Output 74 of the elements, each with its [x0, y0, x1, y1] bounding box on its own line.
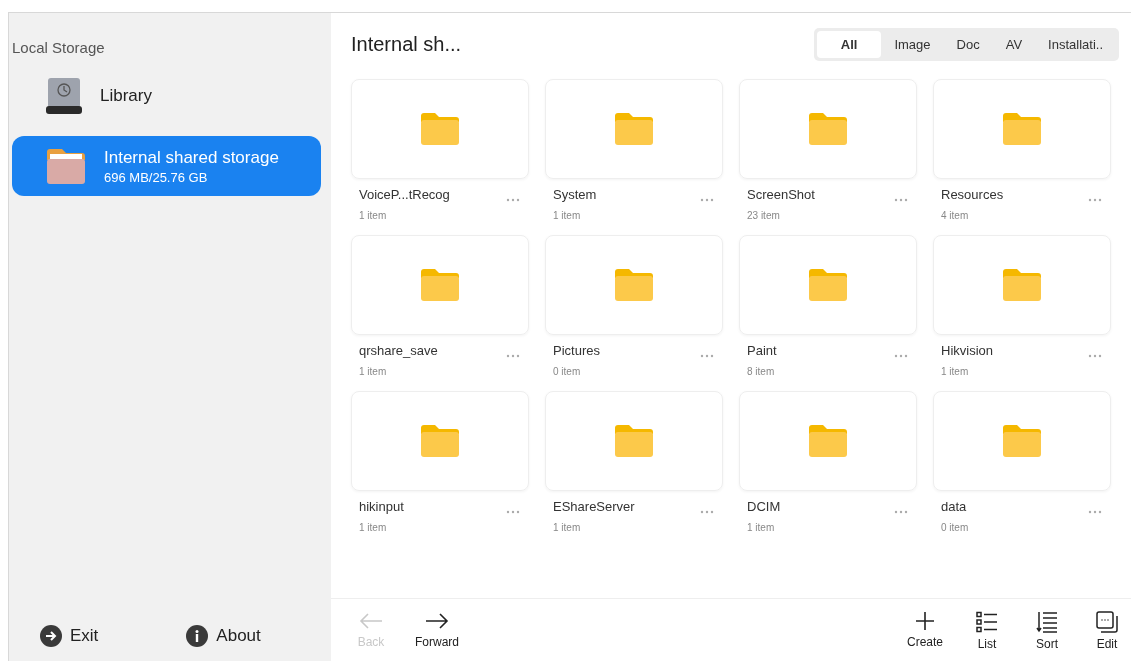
sort-icon — [1036, 611, 1058, 633]
exit-button[interactable]: Exit — [40, 625, 99, 647]
folder-card[interactable] — [545, 235, 723, 335]
folder-title: Internal sh... — [351, 32, 462, 56]
back-arrow-icon — [358, 611, 384, 631]
folder-icon — [807, 112, 849, 146]
sidebar-item[interactable]: Internal shared storage 696 MB/25.76 GB — [12, 136, 321, 196]
folder-icon — [419, 268, 461, 302]
item-count: 1 item — [359, 210, 388, 221]
folder-name: Resources — [941, 187, 1004, 202]
forward-arrow-icon — [424, 611, 450, 631]
filter-tab[interactable]: Image — [881, 30, 944, 58]
plus-icon — [915, 611, 935, 631]
item-count: 1 item — [941, 366, 970, 377]
sort-button[interactable]: Sort — [1027, 599, 1067, 661]
item-count: 0 item — [941, 522, 969, 533]
item-count: 1 item — [359, 522, 388, 533]
edit-icon — [1096, 611, 1118, 633]
sidebar-item[interactable]: Library — [12, 66, 321, 126]
folder-card[interactable] — [933, 391, 1111, 491]
folder-icon — [419, 112, 461, 146]
folder-card[interactable] — [545, 79, 723, 179]
about-button[interactable]: About — [186, 625, 261, 647]
folder-card[interactable] — [739, 79, 917, 179]
folder-icon — [807, 268, 849, 302]
folder-icon — [44, 146, 88, 186]
filter-tab[interactable]: All — [816, 30, 882, 58]
folder-card[interactable] — [739, 235, 917, 335]
item-count: 1 item — [553, 210, 582, 221]
folder-card[interactable] — [351, 391, 529, 491]
folder-name: ScreenShot — [747, 187, 815, 202]
folder-name: Paint — [747, 343, 777, 358]
arrow-circle-icon — [40, 625, 62, 647]
folder-name: System — [553, 187, 597, 202]
filter-tab[interactable]: Installati.. — [1035, 30, 1116, 58]
folder-icon — [1001, 424, 1043, 458]
folder-name: Hikvision — [941, 343, 993, 358]
item-count: 4 item — [941, 210, 970, 221]
folder-name: VoiceP...tRecog — [359, 187, 450, 202]
folder-card[interactable] — [933, 79, 1111, 179]
edit-button[interactable]: Edit — [1087, 599, 1127, 661]
filter-tab[interactable]: Doc — [943, 30, 993, 58]
item-count: 1 item — [359, 366, 388, 377]
folder-card[interactable] — [545, 391, 723, 491]
folder-icon — [1001, 112, 1043, 146]
folder-icon — [613, 112, 655, 146]
item-count: 23 item — [747, 210, 781, 221]
folder-icon — [613, 268, 655, 302]
folder-icon — [419, 424, 461, 458]
section-heading: Local Storage — [12, 39, 106, 56]
info-icon — [186, 625, 209, 647]
folder-icon — [1001, 268, 1043, 302]
item-count: 0 item — [553, 366, 582, 377]
folder-card[interactable] — [351, 235, 529, 335]
list-icon — [976, 611, 998, 633]
folder-card[interactable] — [739, 391, 917, 491]
folder-card[interactable] — [933, 235, 1111, 335]
folder-name: hikinput — [359, 499, 404, 514]
folder-name: Pictures — [553, 343, 600, 358]
folder-name: data — [941, 499, 968, 514]
folder-name: DCIM — [747, 499, 781, 514]
create-button[interactable]: Create — [902, 599, 947, 661]
list-button[interactable]: List — [967, 599, 1007, 661]
drive-icon — [44, 76, 84, 116]
forward-button[interactable]: Forward — [411, 599, 463, 661]
filter-tab[interactable]: AV — [992, 30, 1036, 58]
folder-icon — [807, 424, 849, 458]
folder-card[interactable] — [351, 79, 529, 179]
folder-icon — [613, 424, 655, 458]
folder-name: qrshare_save — [359, 343, 438, 358]
item-count: 1 item — [553, 522, 582, 533]
item-count: 1 item — [747, 522, 776, 533]
folder-name: EShareServer — [553, 499, 635, 514]
item-count: 8 item — [747, 366, 776, 377]
